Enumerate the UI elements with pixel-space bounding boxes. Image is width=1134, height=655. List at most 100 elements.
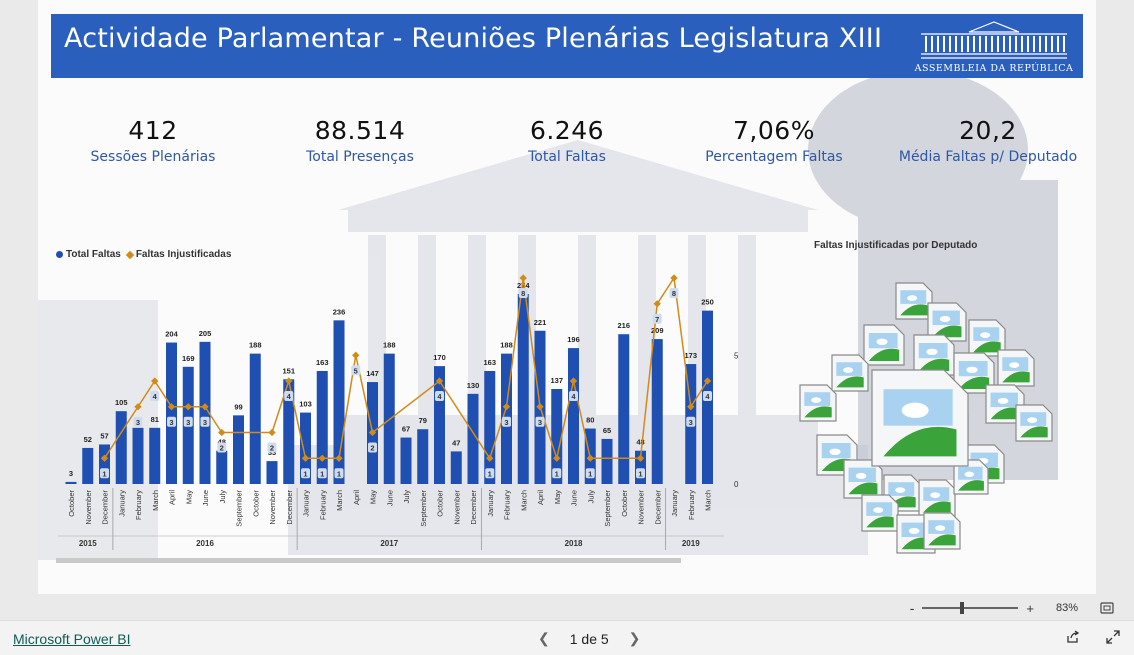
bar-total-faltas[interactable] <box>233 415 244 484</box>
fullscreen-icon[interactable] <box>1106 630 1120 644</box>
parliament-logo: Assembleia da República <box>911 18 1077 76</box>
bar-total-faltas[interactable] <box>65 481 77 484</box>
zoom-level: 83% <box>1055 602 1078 614</box>
x-tick-label: April <box>536 490 545 505</box>
right-visual-title: Faltas Injustificadas por Deputado <box>814 240 978 251</box>
line-point[interactable] <box>670 274 678 282</box>
bar-total-faltas[interactable] <box>417 429 429 484</box>
kpi-label: Total Faltas <box>528 149 606 165</box>
broken-image-icon <box>895 282 933 320</box>
power-bi-link[interactable]: Microsoft Power BI <box>13 631 130 647</box>
broken-image-icon <box>923 512 961 550</box>
year-label: 2019 <box>682 539 700 548</box>
x-tick-label: November <box>452 490 461 525</box>
bar-total-faltas[interactable] <box>132 427 144 484</box>
fit-to-page-icon[interactable] <box>1100 602 1114 614</box>
faltas-por-deputado-visual[interactable] <box>714 255 1084 580</box>
bar-total-faltas[interactable] <box>115 411 127 484</box>
line-point[interactable] <box>268 428 276 437</box>
bar-data-label: 173 <box>684 351 697 360</box>
zoom-out-button[interactable]: - <box>910 600 915 616</box>
report-title: Actividade Parlamentar - Reuniões Plenár… <box>64 23 883 54</box>
bar-total-faltas[interactable] <box>249 353 261 484</box>
previous-page-icon[interactable]: ❮ <box>538 630 550 647</box>
kpi-media[interactable]: 20,2 Média Faltas p/ Deputado <box>878 116 1096 165</box>
line-point[interactable] <box>352 351 360 359</box>
kpi-faltas[interactable]: 6.246 Total Faltas <box>467 116 667 165</box>
bar-data-label: 236 <box>333 307 346 316</box>
logo-text: Assembleia da República <box>914 63 1074 74</box>
x-tick-label: October <box>67 490 76 517</box>
bar-data-label: 48 <box>636 438 644 447</box>
bar-total-faltas[interactable] <box>517 294 529 484</box>
bar-total-faltas[interactable] <box>82 447 94 484</box>
title-banner: Actividade Parlamentar - Reuniões Plenár… <box>51 14 1083 78</box>
x-tick-label: September <box>419 489 428 526</box>
line-point[interactable] <box>151 377 159 385</box>
bar-total-faltas[interactable] <box>618 334 630 484</box>
bar-data-label: 188 <box>500 341 513 350</box>
line-data-label: 8 <box>672 289 676 298</box>
zoom-control[interactable]: - + 83% <box>910 600 1114 616</box>
bar-total-faltas[interactable] <box>149 427 161 484</box>
bar-data-label: 103 <box>299 400 312 409</box>
bar-data-label: 188 <box>383 341 396 350</box>
line-data-label: 2 <box>370 444 374 453</box>
bar-data-label: 169 <box>182 354 195 363</box>
line-point[interactable] <box>218 428 226 437</box>
bar-total-faltas[interactable] <box>166 342 177 484</box>
bar-data-label: 80 <box>586 416 594 425</box>
x-tick-label: October <box>620 490 629 517</box>
legend-label: Total Faltas <box>66 249 121 260</box>
kpi-label: Total Presenças <box>306 149 414 165</box>
bar-total-faltas[interactable] <box>651 339 663 484</box>
kpi-presencas[interactable]: 88.514 Total Presenças <box>260 116 460 165</box>
next-page-icon[interactable]: ❯ <box>629 630 641 647</box>
bar-total-faltas[interactable] <box>316 370 328 484</box>
bar-data-label: 52 <box>84 435 92 444</box>
bar-total-faltas[interactable] <box>568 348 579 484</box>
kpi-percentagem[interactable]: 7,06% Percentagem Faltas <box>674 116 874 165</box>
line-data-label: 1 <box>488 469 492 478</box>
chart-scrollbar[interactable] <box>56 558 681 563</box>
kpi-sessoes[interactable]: 412 Sessões Plenárias <box>53 116 253 165</box>
bar-data-label: 170 <box>433 353 446 362</box>
bar-total-faltas[interactable] <box>400 437 412 484</box>
bar-data-label: 147 <box>366 369 379 378</box>
parliament-building-icon <box>921 21 1067 59</box>
bar-data-label: 163 <box>316 358 329 367</box>
line-point[interactable] <box>134 403 142 411</box>
x-tick-label: September <box>603 489 612 526</box>
zoom-bar: - + 83% <box>0 594 1134 620</box>
zoom-slider[interactable] <box>922 602 1019 614</box>
line-data-label: 1 <box>588 469 592 478</box>
chart-legend[interactable]: Total Faltas Faltas Injustificadas <box>56 249 231 260</box>
year-label: 2016 <box>196 539 214 548</box>
line-data-label: 8 <box>521 289 525 298</box>
zoom-slider-thumb[interactable] <box>960 602 965 614</box>
line-data-label: 2 <box>270 444 274 453</box>
bar-total-faltas[interactable] <box>266 461 278 484</box>
line-data-label: 3 <box>689 418 693 427</box>
x-tick-label: February <box>503 490 512 520</box>
x-tick-label: January <box>302 490 311 517</box>
bar-data-label: 216 <box>617 321 630 330</box>
x-tick-label: July <box>218 490 227 504</box>
bar-total-faltas[interactable] <box>216 450 228 484</box>
bar-total-faltas[interactable] <box>450 451 462 484</box>
line-point[interactable] <box>653 300 661 308</box>
bar-total-faltas[interactable] <box>601 438 613 484</box>
x-tick-label: March <box>151 490 160 511</box>
legend-item-total[interactable]: Total Faltas <box>56 249 121 260</box>
bar-data-label: 151 <box>282 366 295 375</box>
bar-data-label: 57 <box>100 431 108 440</box>
zoom-in-button[interactable]: + <box>1026 601 1034 616</box>
x-tick-label: June <box>570 490 579 506</box>
x-tick-label: June <box>201 490 210 506</box>
line-data-label: 7 <box>655 315 659 324</box>
line-data-label: 1 <box>555 469 559 478</box>
bar-data-label: 99 <box>234 402 242 411</box>
legend-item-injustificadas[interactable]: Faltas Injustificadas <box>125 249 231 260</box>
share-icon[interactable] <box>1066 630 1080 644</box>
bar-total-faltas[interactable] <box>484 370 496 484</box>
